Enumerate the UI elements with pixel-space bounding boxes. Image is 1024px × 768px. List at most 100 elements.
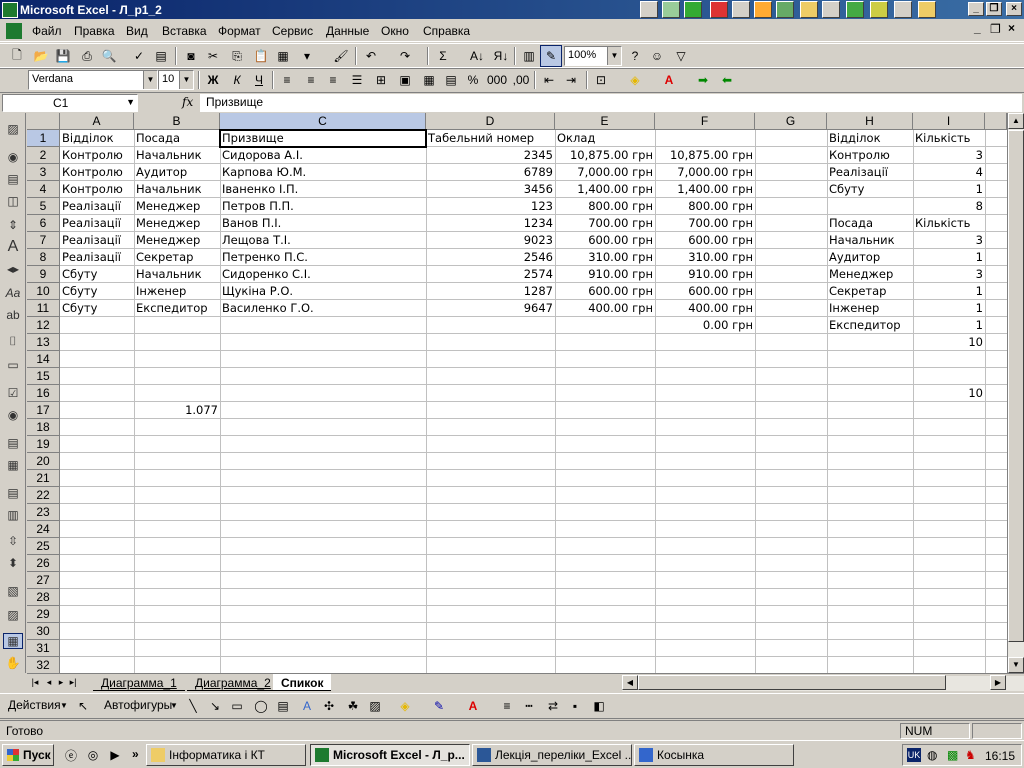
row-header-23[interactable]: 23: [27, 504, 60, 521]
side-tool-14-icon[interactable]: ▤: [3, 435, 23, 451]
cell-e5[interactable]: 800.00 грн: [555, 198, 655, 215]
cell-a1[interactable]: Відділок: [60, 130, 134, 147]
cell-h12[interactable]: Експедитор: [827, 317, 913, 334]
horizontal-scrollbar[interactable]: ◀ ▶: [622, 675, 1024, 691]
task-word[interactable]: Лекція_переліки_Excel ...: [472, 744, 632, 766]
align-left-icon[interactable]: ≡: [276, 69, 298, 91]
quicklaunch-icon-4[interactable]: [710, 1, 728, 18]
paste-special-icon[interactable]: ▦: [272, 45, 294, 67]
cell-i3[interactable]: 4: [913, 164, 985, 181]
quicklaunch-icon-10[interactable]: [846, 1, 864, 18]
cell-b1[interactable]: Посада: [134, 130, 220, 147]
formula-input[interactable]: Призвище: [200, 94, 1022, 112]
autoshapes-dropdown-icon[interactable]: ▼: [170, 701, 178, 710]
row-header-32[interactable]: 32: [27, 657, 60, 673]
cell-b7[interactable]: Менеджер: [134, 232, 220, 249]
vertical-scrollbar[interactable]: ▲ ▼: [1007, 113, 1024, 673]
vertical-scroll-thumb[interactable]: [1008, 130, 1024, 642]
quicklaunch-icon-1[interactable]: [640, 1, 658, 18]
arrow-right-icon[interactable]: ➡: [692, 69, 714, 91]
task-folder[interactable]: Інформатика і КТ: [146, 744, 306, 766]
select-all-corner[interactable]: [27, 113, 60, 130]
row-header-10[interactable]: 10: [27, 283, 60, 300]
doc-close-button[interactable]: ×: [1008, 21, 1015, 35]
fill-color-icon[interactable]: ◈: [624, 69, 646, 91]
cell-d6[interactable]: 1234: [426, 215, 555, 232]
decrease-indent-icon[interactable]: ⇤: [538, 69, 560, 91]
chart-wizard-icon[interactable]: ▥: [518, 45, 540, 67]
print-icon[interactable]: ⎙: [76, 45, 98, 67]
horizontal-scroll-thumb[interactable]: [638, 675, 946, 690]
tab-last-icon[interactable]: ▸|: [67, 677, 79, 688]
side-tool-23-icon[interactable]: ✋: [3, 655, 23, 671]
draw-actions-menu[interactable]: Действия: [8, 698, 61, 712]
cell-d11[interactable]: 9647: [426, 300, 555, 317]
cell-f6[interactable]: 700.00 грн: [655, 215, 755, 232]
cell-h2[interactable]: Контролю: [827, 147, 913, 164]
cell-e1[interactable]: Оклад: [555, 130, 655, 147]
col-header-c[interactable]: C: [220, 113, 426, 130]
dash-style-icon[interactable]: ┅: [518, 695, 540, 717]
row-header-28[interactable]: 28: [27, 589, 60, 606]
cell-d8[interactable]: 2546: [426, 249, 555, 266]
help-icon[interactable]: ?: [624, 45, 646, 67]
quicklaunch-icon-5[interactable]: [732, 1, 750, 18]
row-header-25[interactable]: 25: [27, 538, 60, 555]
row-header-7[interactable]: 7: [27, 232, 60, 249]
row-header-29[interactable]: 29: [27, 606, 60, 623]
cell-c4[interactable]: Іваненко І.П.: [220, 181, 426, 198]
new-icon[interactable]: 🗋: [6, 45, 28, 67]
cell-h8[interactable]: Аудитор: [827, 249, 913, 266]
cell-h3[interactable]: Реалізації: [827, 164, 913, 181]
row-header-16[interactable]: 16: [27, 385, 60, 402]
increase-indent-icon[interactable]: ⇥: [560, 69, 582, 91]
cell-e11[interactable]: 400.00 грн: [555, 300, 655, 317]
cell-b17[interactable]: 1.077: [134, 402, 220, 419]
line-color-icon[interactable]: ✎: [428, 695, 450, 717]
cell-c9[interactable]: Сидоренко С.І.: [220, 266, 426, 283]
comma-style-icon[interactable]: 000: [486, 69, 508, 91]
quicklaunch-more-icon[interactable]: »: [132, 747, 139, 761]
cell-f4[interactable]: 1,400.00 грн: [655, 181, 755, 198]
quicklaunch-icon-11[interactable]: [870, 1, 888, 18]
paste-icon[interactable]: 📋: [250, 45, 272, 67]
quicklaunch-icon-3[interactable]: [684, 1, 702, 18]
side-tool-radio-icon[interactable]: ◉: [3, 407, 23, 423]
cell-d3[interactable]: 6789: [426, 164, 555, 181]
cell-b2[interactable]: Начальник: [134, 147, 220, 164]
cell-c5[interactable]: Петров П.П.: [220, 198, 426, 215]
menu-data[interactable]: Данные: [326, 24, 369, 38]
row-header-27[interactable]: 27: [27, 572, 60, 589]
cell-f7[interactable]: 600.00 грн: [655, 232, 755, 249]
font-name-combo[interactable]: Verdana ▼: [28, 70, 158, 90]
cell-h11[interactable]: Інженер: [827, 300, 913, 317]
language-indicator[interactable]: UK: [907, 748, 921, 762]
quicklaunch-icon-12[interactable]: [894, 1, 912, 18]
cell-d7[interactable]: 9023: [426, 232, 555, 249]
row-header-3[interactable]: 3: [27, 164, 60, 181]
row-header-5[interactable]: 5: [27, 198, 60, 215]
menu-tools[interactable]: Сервис: [272, 24, 313, 38]
task-excel[interactable]: Microsoft Excel - Л_р...: [310, 744, 470, 766]
cell-f12[interactable]: 0.00 грн: [655, 317, 755, 334]
cell-b8[interactable]: Секретар: [134, 249, 220, 266]
quicklaunch-ie-icon[interactable]: ⓔ: [60, 744, 82, 766]
quicklaunch-media-icon[interactable]: ▶: [104, 744, 126, 766]
picture-icon[interactable]: ▨: [364, 695, 386, 717]
wordart-icon[interactable]: A: [296, 695, 318, 717]
side-tool-21-icon[interactable]: ▨: [3, 607, 23, 623]
col-header-f[interactable]: F: [655, 113, 755, 130]
oval-icon[interactable]: ◯: [250, 695, 272, 717]
scroll-left-icon[interactable]: ◀: [622, 675, 638, 690]
tab-next-icon[interactable]: ▸: [55, 677, 67, 688]
cell-d4[interactable]: 3456: [426, 181, 555, 198]
camera-icon[interactable]: ◙: [180, 45, 202, 67]
cell-f2[interactable]: 10,875.00 грн: [655, 147, 755, 164]
cell-d10[interactable]: 1287: [426, 283, 555, 300]
tray-icon-1[interactable]: ◍: [927, 748, 937, 762]
col-header-b[interactable]: B: [134, 113, 220, 130]
side-tool-wordart-icon[interactable]: Aa: [3, 285, 23, 301]
row-header-30[interactable]: 30: [27, 623, 60, 640]
cell-i4[interactable]: 1: [913, 181, 985, 198]
doc-minimize-button[interactable]: _: [974, 21, 981, 35]
